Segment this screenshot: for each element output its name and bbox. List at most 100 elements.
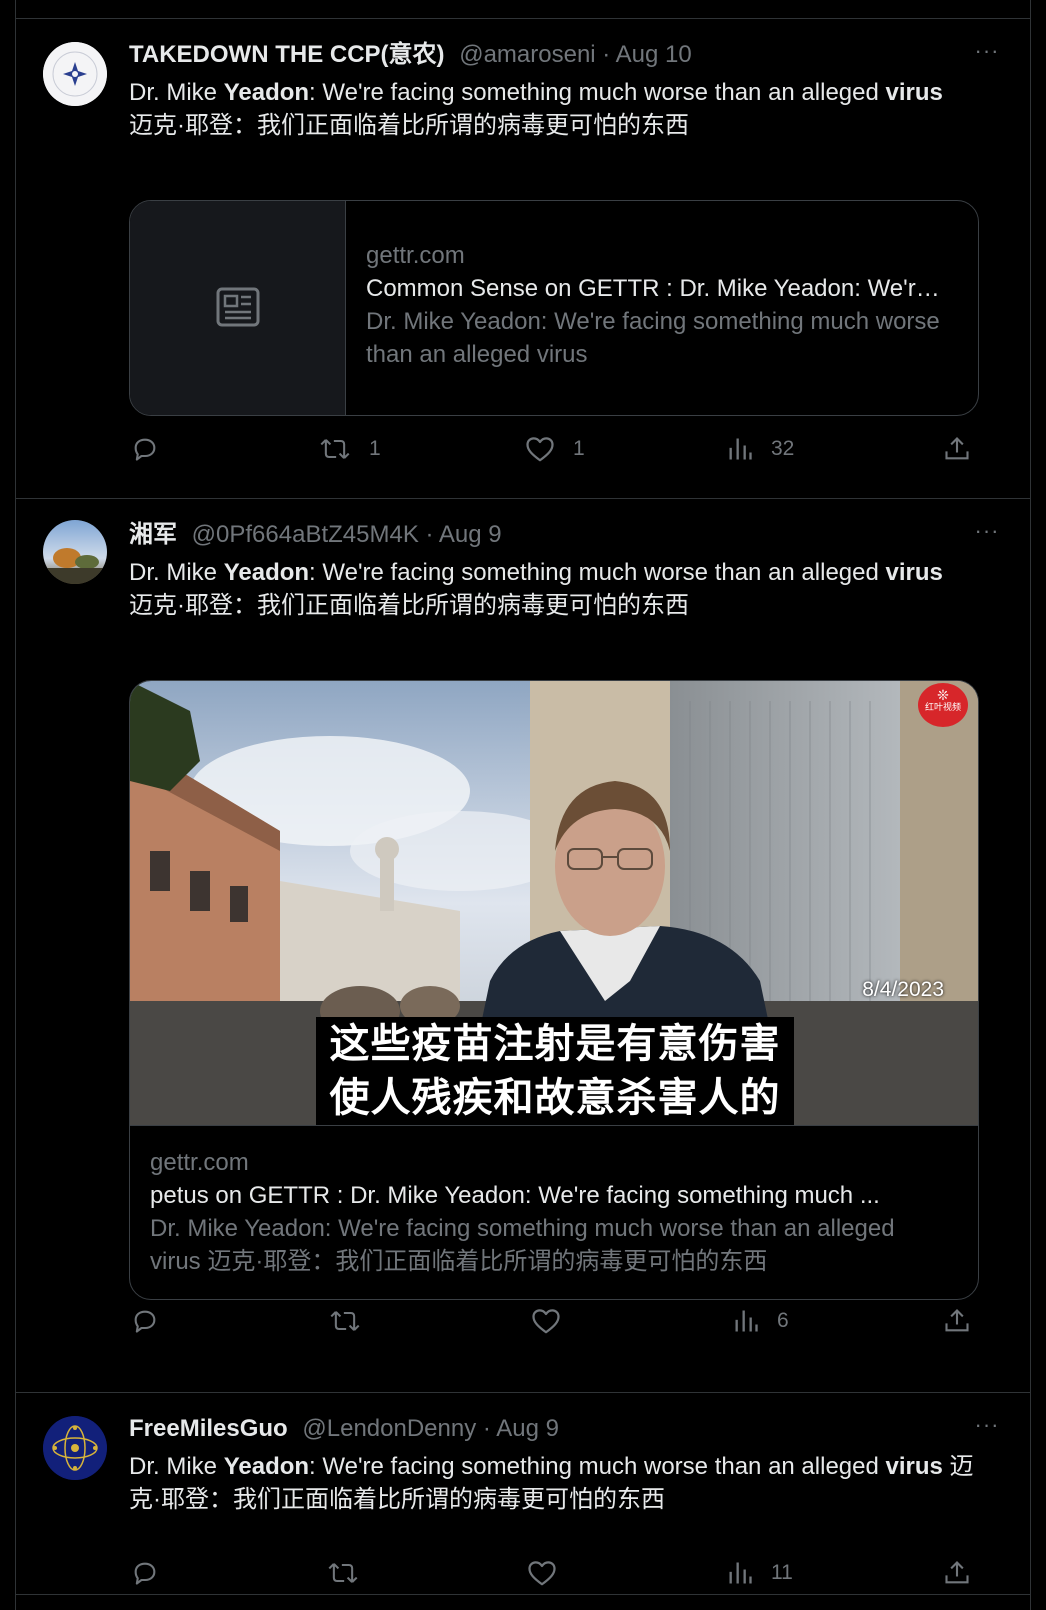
timestamp[interactable]: Aug 10 (616, 41, 692, 68)
repost-count: 1 (369, 437, 381, 460)
separator-dot: · (595, 41, 616, 68)
like-button[interactable] (527, 1556, 575, 1590)
tweet-text: Dr. Mike Yeadon: We're facing something … (129, 1450, 980, 1516)
divider (16, 1594, 1030, 1595)
views-icon (729, 438, 752, 460)
avatar[interactable] (43, 42, 107, 106)
text-highlight: Yeadon (223, 79, 310, 106)
like-count: 1 (573, 437, 585, 460)
separator-dot: · (418, 521, 439, 548)
text-highlight: virus (885, 559, 943, 586)
reply-icon (134, 1310, 156, 1333)
text-chinese: 迈克·耶登：我们正面临着比所谓的病毒更可怕的东西 (129, 592, 689, 619)
article-icon (216, 287, 260, 327)
video-subtitle: 这些疫苗注射是有意伤害 使人残疾和故意杀害人的 (316, 1017, 794, 1125)
share-button[interactable] (943, 1556, 971, 1590)
repost-icon (328, 1563, 358, 1583)
display-name[interactable]: 湘军 (129, 521, 177, 548)
text-part: : We're facing something much worse than… (309, 1453, 886, 1480)
reply-button[interactable] (131, 432, 177, 466)
tweet[interactable]: 湘军 @0Pf664aBtZ45M4K · Aug 9 ··· Dr. Mike… (16, 498, 1030, 1392)
reply-button[interactable] (131, 1556, 177, 1590)
more-icon[interactable]: ··· (972, 1414, 1002, 1444)
tweet-header: FreeMilesGuo @LendonDenny · Aug 9 ··· (129, 1414, 1002, 1444)
text-part: : We're facing something much worse than… (309, 559, 886, 586)
video-date-overlay: 8/4/2023 (862, 978, 944, 1001)
timestamp[interactable]: Aug 9 (496, 1415, 559, 1442)
channel-logo-text: 红叶视频 (924, 702, 961, 712)
like-button[interactable] (531, 1304, 579, 1338)
more-icon[interactable]: ··· (972, 520, 1002, 550)
text-chinese: 迈克·耶登：我们正面临着比所谓的病毒更可怕的东西 (129, 112, 689, 139)
text-highlight: Yeadon (223, 559, 310, 586)
like-button[interactable]: 1 (525, 432, 585, 466)
text-highlight: Yeadon (223, 1453, 310, 1480)
more-icon[interactable]: ··· (972, 40, 1002, 70)
card-domain: gettr.com (366, 242, 465, 269)
display-name[interactable]: TAKEDOWN THE CCP(意农) (129, 41, 445, 68)
handle[interactable]: @0Pf664aBtZ45M4K (192, 521, 419, 548)
text-highlight: virus (885, 1453, 943, 1480)
tweet-header: 湘军 @0Pf664aBtZ45M4K · Aug 9 ··· (129, 520, 1002, 550)
tweet[interactable]: TAKEDOWN THE CCP(意农) @amaroseni · Aug 10… (16, 18, 1030, 498)
channel-logo: ❊ 红叶视频 (918, 683, 968, 727)
maple-leaf-icon: ❊ (937, 687, 949, 703)
handle[interactable]: @LendonDenny (302, 1415, 476, 1442)
card-domain: gettr.com (150, 1149, 249, 1176)
repost-button[interactable] (327, 1556, 377, 1590)
action-bar: 1 1 32 (129, 432, 979, 466)
avatar-logo-icon (43, 42, 107, 106)
avatar-emblem-icon (43, 1416, 107, 1480)
handle[interactable]: @amaroseni (459, 41, 595, 68)
reply-icon (134, 1562, 156, 1585)
tweet-text: Dr. Mike Yeadon: We're facing something … (129, 556, 980, 622)
share-button[interactable] (943, 1304, 971, 1338)
reply-button[interactable] (131, 1304, 177, 1338)
subtitle-line: 使人残疾和故意杀害人的 (329, 1076, 781, 1120)
action-bar: 6 (129, 1304, 979, 1338)
share-icon (945, 1561, 969, 1584)
card-title: petus on GETTR : Dr. Mike Yeadon: We're … (150, 1182, 880, 1209)
repost-button[interactable] (329, 1304, 379, 1338)
avatar-photo-icon (43, 520, 107, 584)
text-highlight: virus (885, 79, 943, 106)
card-description: Dr. Mike Yeadon: We're facing something … (150, 1215, 895, 1275)
separator-dot: · (476, 1415, 497, 1442)
share-button[interactable] (943, 432, 971, 466)
like-icon (532, 1309, 560, 1334)
share-icon (945, 1309, 969, 1332)
video-thumbnail[interactable]: ❊ 红叶视频 8/4/2023 这些疫苗注射是有意伤害 使人残疾和故意杀害人的 (130, 681, 978, 1126)
subtitle-line: 这些疫苗注射是有意伤害 (329, 1022, 781, 1066)
views-button[interactable]: 6 (733, 1304, 789, 1338)
timestamp[interactable]: Aug 9 (439, 521, 502, 548)
media-link-card[interactable]: ❊ 红叶视频 8/4/2023 这些疫苗注射是有意伤害 使人残疾和故意杀害人的 … (129, 680, 979, 1300)
share-icon (945, 437, 969, 460)
views-icon (729, 1562, 752, 1584)
card-meta: gettr.com petus on GETTR : Dr. Mike Yead… (150, 1146, 950, 1278)
view-count: 6 (777, 1309, 789, 1332)
like-icon (528, 1561, 556, 1586)
view-count: 32 (771, 437, 795, 460)
text-part: Dr. Mike (129, 559, 224, 586)
view-count: 11 (771, 1561, 793, 1584)
display-name[interactable]: FreeMilesGuo (129, 1415, 288, 1442)
avatar[interactable] (43, 520, 107, 584)
repost-icon (330, 1311, 360, 1331)
views-button[interactable]: 32 (727, 432, 794, 466)
text-part: Dr. Mike (129, 1453, 224, 1480)
repost-icon (320, 439, 350, 459)
text-part: : We're facing something much worse than… (309, 79, 886, 106)
card-description: Dr. Mike Yeadon: We're facing something … (366, 308, 940, 368)
tweet-text: Dr. Mike Yeadon: We're facing something … (129, 76, 980, 142)
views-button[interactable]: 11 (727, 1556, 793, 1590)
repost-button[interactable]: 1 (319, 432, 381, 466)
action-bar: 11 (129, 1556, 979, 1590)
card-meta: gettr.com Common Sense on GETTR : Dr. Mi… (366, 239, 950, 371)
tweet[interactable]: FreeMilesGuo @LendonDenny · Aug 9 ··· Dr… (16, 1392, 1030, 1592)
views-icon (735, 1310, 758, 1332)
card-title: Common Sense on GETTR : Dr. Mike Yeadon:… (366, 275, 950, 302)
timeline: TAKEDOWN THE CCP(意农) @amaroseni · Aug 10… (15, 0, 1031, 1610)
avatar[interactable] (43, 1416, 107, 1480)
tweet-header: TAKEDOWN THE CCP(意农) @amaroseni · Aug 10… (129, 40, 1002, 70)
link-card[interactable]: gettr.com Common Sense on GETTR : Dr. Mi… (129, 200, 979, 416)
